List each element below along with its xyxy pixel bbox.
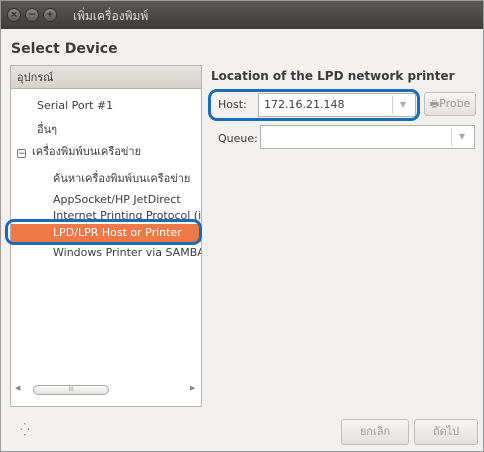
tree-item-network-printer[interactable]: − เครื่องพิมพ์บนเครือข่าย [17, 142, 141, 160]
cancel-button[interactable]: ยกเลิก [341, 419, 409, 445]
spinner-icon: ⁛ [20, 423, 30, 437]
selection-highlight-ring [5, 219, 202, 245]
printer-icon: 🖶 [429, 99, 440, 110]
tree-column-header[interactable]: อุปกรณ์ [11, 66, 201, 89]
tree-item-serial-port[interactable]: Serial Port #1 [37, 99, 113, 112]
tree-item-samba[interactable]: Windows Printer via SAMBA [53, 246, 201, 259]
form-title: Location of the LPD network printer [211, 69, 455, 83]
tree-item-find-network-printer[interactable]: ค้นหาเครื่องพิมพ์บนเครือข่าย [53, 169, 190, 187]
title-bar[interactable]: × − + เพิ่มเครื่องพิมพ์ [1, 1, 483, 29]
queue-label: Queue: [218, 132, 258, 145]
scrollbar-track[interactable]: III [25, 385, 185, 395]
window-title: เพิ่มเครื่องพิมพ์ [73, 9, 149, 23]
collapse-expander-icon[interactable]: − [17, 149, 26, 159]
horizontal-scrollbar[interactable]: ◀ III ▶ [13, 383, 199, 397]
close-icon[interactable]: × [7, 8, 21, 22]
dropdown-arrow-icon[interactable]: ▼ [451, 128, 472, 146]
add-printer-window: × − + เพิ่มเครื่องพิมพ์ Select Device อุ… [0, 0, 484, 452]
tree-item-appsocket[interactable]: AppSocket/HP JetDirect [53, 193, 181, 206]
minimize-icon[interactable]: − [25, 8, 39, 22]
probe-button[interactable]: 🖶Probe [424, 92, 476, 116]
next-button[interactable]: ถัดไป [414, 419, 478, 445]
host-highlight-ring [208, 89, 420, 121]
tree-item-label: เครื่องพิมพ์บนเครือข่าย [32, 145, 142, 158]
scroll-left-icon[interactable]: ◀ [15, 384, 20, 392]
scroll-right-icon[interactable]: ▶ [190, 384, 195, 392]
page-title: Select Device [11, 41, 118, 57]
probe-label: Probe [439, 97, 471, 110]
queue-combo[interactable]: ▼ [260, 125, 475, 149]
tree-item-other[interactable]: อื่นๆ [37, 120, 57, 138]
scrollbar-thumb[interactable]: III [33, 385, 109, 395]
maximize-icon[interactable]: + [43, 8, 57, 22]
